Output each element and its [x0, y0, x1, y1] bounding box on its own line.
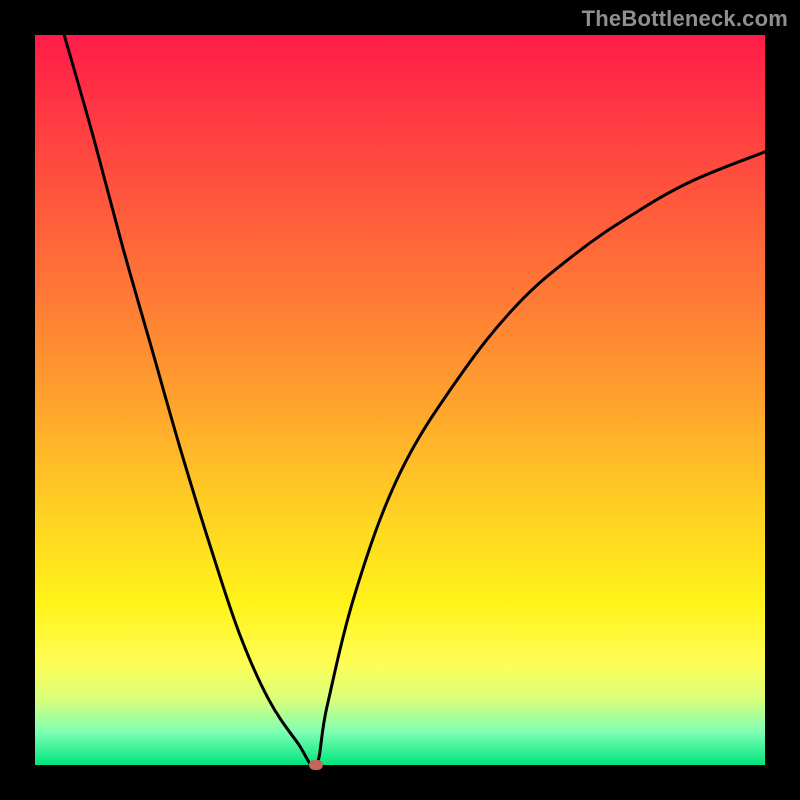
curve-svg	[35, 35, 765, 765]
watermark-text: TheBottleneck.com	[582, 6, 788, 32]
plot-area	[35, 35, 765, 765]
bottleneck-curve	[64, 35, 765, 765]
optimum-marker	[309, 760, 323, 770]
chart-frame: TheBottleneck.com	[0, 0, 800, 800]
